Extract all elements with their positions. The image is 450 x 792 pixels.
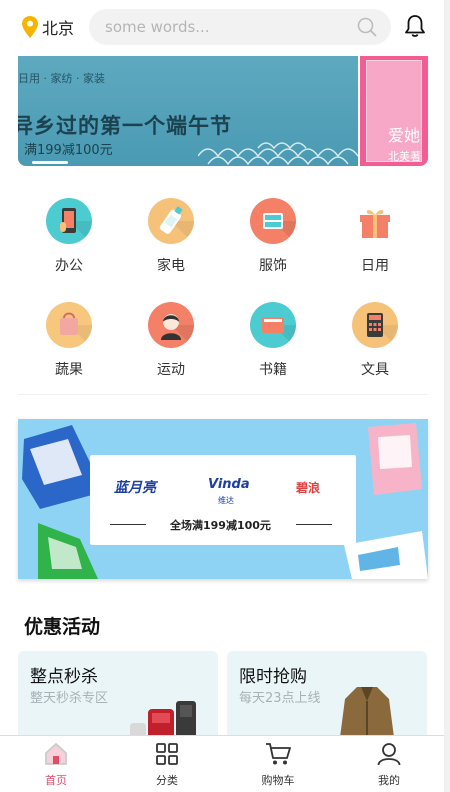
location-selector[interactable]: 北京	[22, 15, 74, 39]
gift-icon	[352, 198, 398, 244]
grid-icon	[156, 743, 178, 765]
promo-line-left	[110, 524, 146, 525]
calculator-icon	[352, 302, 398, 348]
app-page: 北京 日用 · 家纺 · 家装 异乡过的第一个端午节 满199减100元	[0, 0, 450, 792]
phone-icon	[46, 198, 92, 244]
search-icon[interactable]	[357, 17, 377, 37]
section-title: 优惠活动	[24, 616, 101, 638]
promo-line-right	[296, 524, 332, 525]
category-label: 服饰	[259, 258, 287, 274]
clothes-icon	[250, 198, 296, 244]
tab-category[interactable]: 分类	[127, 742, 207, 788]
wave-pattern-decoration	[198, 142, 358, 166]
person-icon	[148, 302, 194, 348]
category-grid: 办公 家电 服饰 日用 蔬果 运动 书籍 文具	[18, 190, 428, 380]
banner-next-frame	[366, 60, 422, 162]
brand-bluemoon: 蓝月亮	[114, 480, 156, 496]
category-label: 家电	[157, 258, 185, 274]
search-bar[interactable]	[89, 9, 391, 45]
category-item-clothing[interactable]: 服饰	[222, 198, 324, 275]
top-banner[interactable]: 日用 · 家纺 · 家装 异乡过的第一个端午节 满199减100元 爱她 北美著	[18, 56, 428, 166]
tab-label: 分类	[156, 774, 178, 787]
banner-next-subtitle: 北美著	[388, 150, 421, 163]
banner-next-slide: 爱她 北美著	[360, 56, 428, 166]
promo-text: 全场满199减100元	[170, 519, 271, 532]
promo-banner[interactable]: 蓝月亮 Vinda 维达 碧浪 全场满199减100元	[18, 419, 428, 579]
home-icon	[45, 743, 67, 765]
category-item-stationery[interactable]: 文具	[324, 302, 426, 379]
location-pin-icon	[22, 16, 38, 38]
card-title: 整点秒杀	[30, 667, 98, 687]
brand-bilang: 碧浪	[296, 481, 321, 495]
category-label: 蔬果	[55, 362, 83, 378]
category-label: 运动	[157, 362, 185, 378]
category-item-produce[interactable]: 蔬果	[18, 302, 120, 379]
bag-icon	[46, 302, 92, 348]
category-item-appliance[interactable]: 家电	[120, 198, 222, 275]
banner-main-slide: 日用 · 家纺 · 家装 异乡过的第一个端午节 满199减100元	[18, 56, 358, 166]
tab-label: 首页	[45, 774, 67, 787]
tab-cart[interactable]: 购物车	[238, 742, 318, 788]
tab-label: 我的	[378, 774, 400, 787]
category-item-books[interactable]: 书籍	[222, 302, 324, 379]
category-item-daily[interactable]: 日用	[324, 198, 426, 275]
tab-home[interactable]: 首页	[16, 742, 96, 788]
brand-vinda-sub: 维达	[218, 496, 234, 505]
book-icon	[250, 302, 296, 348]
tab-profile[interactable]: 我的	[349, 742, 429, 788]
top-header: 北京	[0, 0, 444, 56]
tab-label: 购物车	[261, 774, 295, 787]
section-divider	[18, 394, 428, 395]
banner-next-title: 爱她	[388, 126, 421, 145]
brand-vinda: Vinda	[208, 477, 250, 492]
location-city: 北京	[42, 19, 75, 38]
banner-category-text: 日用 · 家纺 · 家装	[18, 72, 105, 85]
category-item-sports[interactable]: 运动	[120, 302, 222, 379]
search-input[interactable]	[105, 17, 345, 37]
scrollbar[interactable]	[444, 0, 450, 792]
card-subtitle: 每天23点上线	[239, 691, 321, 706]
card-title: 限时抢购	[239, 667, 307, 687]
category-label: 书籍	[259, 362, 287, 378]
promo-panel: 蓝月亮 Vinda 维达 碧浪 全场满199减100元	[90, 455, 356, 545]
category-label: 文具	[361, 362, 389, 378]
main-content: 北京 日用 · 家纺 · 家装 异乡过的第一个端午节 满199减100元	[0, 0, 444, 792]
bell-icon[interactable]	[404, 14, 426, 38]
card-subtitle: 整天秒杀专区	[30, 691, 109, 706]
category-label: 办公	[55, 258, 83, 274]
category-label: 日用	[361, 258, 389, 274]
user-icon	[377, 743, 401, 766]
bottom-tab-bar: 首页 分类 购物车 我的	[0, 735, 444, 792]
cart-icon	[266, 743, 291, 765]
banner-indicator	[32, 161, 68, 164]
bottle-icon	[148, 198, 194, 244]
category-item-office[interactable]: 办公	[18, 198, 120, 275]
banner-subtitle: 满199减100元	[24, 143, 113, 158]
